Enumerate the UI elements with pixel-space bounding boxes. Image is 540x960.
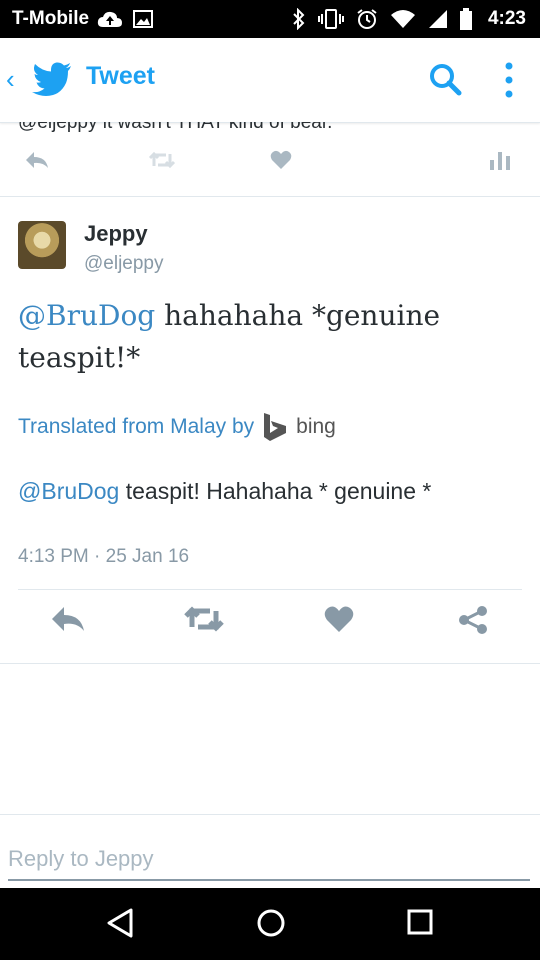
previous-tweet[interactable]: @eljeppy it wasn't THAT kind of bear. (0, 122, 540, 197)
home-circle-icon[interactable] (256, 908, 286, 943)
translation-mention-link[interactable]: @BruDog (18, 478, 119, 504)
divider (18, 589, 522, 590)
translator-name: bing (296, 415, 336, 438)
reply-input[interactable] (8, 839, 530, 881)
wifi-icon (390, 10, 415, 28)
translated-text: @BruDog teaspit! Hahahaha * genuine * (18, 478, 431, 505)
translated-label: Translated from Malay by (18, 415, 255, 438)
more-vert-icon[interactable] (504, 62, 514, 98)
image-icon (133, 10, 154, 28)
page-title: Tweet (86, 62, 155, 90)
recents-square-icon[interactable] (406, 908, 434, 941)
reply-icon[interactable] (50, 605, 86, 638)
translated-body: teaspit! Hahahaha * genuine * (119, 478, 432, 504)
mention-link[interactable]: @BruDog (18, 299, 155, 332)
analytics-icon[interactable] (490, 150, 510, 175)
tweet-text: @BruDog hahahaha *genuine teaspit!* (18, 295, 508, 379)
user-display-name[interactable]: Jeppy (84, 221, 148, 247)
like-icon[interactable] (324, 605, 354, 638)
alarm-icon (357, 9, 377, 29)
previous-tweet-actions (0, 150, 540, 180)
translation-attribution[interactable]: Translated from Malay by bing (18, 412, 336, 442)
tweet-timestamp: 4:13 PM · 25 Jan 16 (18, 546, 190, 567)
signal-icon (428, 10, 447, 28)
status-bar: T-Mobile 4:23 (0, 0, 540, 38)
avatar[interactable] (18, 221, 66, 269)
twitter-bird-icon[interactable] (32, 62, 72, 96)
reply-icon[interactable] (24, 150, 50, 175)
back-triangle-icon[interactable] (106, 908, 134, 943)
chevron-left-icon[interactable]: ‹ (6, 64, 15, 95)
retweet-icon[interactable] (184, 605, 224, 638)
clock-time: 4:23 (487, 8, 526, 29)
tweet-actions (0, 605, 540, 647)
reply-composer (0, 814, 540, 889)
user-handle[interactable]: @eljeppy (84, 253, 164, 275)
retweet-icon[interactable] (148, 150, 176, 175)
cloud-upload-icon (97, 11, 123, 27)
app-bar: ‹ Tweet (0, 38, 540, 123)
previous-tweet-text: @eljeppy it wasn't THAT kind of bear. (18, 122, 333, 133)
bing-logo-icon (264, 413, 287, 441)
system-nav-bar (0, 888, 540, 960)
vibrate-icon (317, 9, 344, 29)
like-icon[interactable] (270, 150, 292, 175)
battery-icon (459, 8, 472, 30)
share-icon[interactable] (458, 605, 488, 640)
bluetooth-icon (293, 8, 305, 30)
divider (0, 663, 540, 664)
search-icon[interactable] (428, 62, 462, 96)
carrier-name: T-Mobile (12, 8, 90, 29)
